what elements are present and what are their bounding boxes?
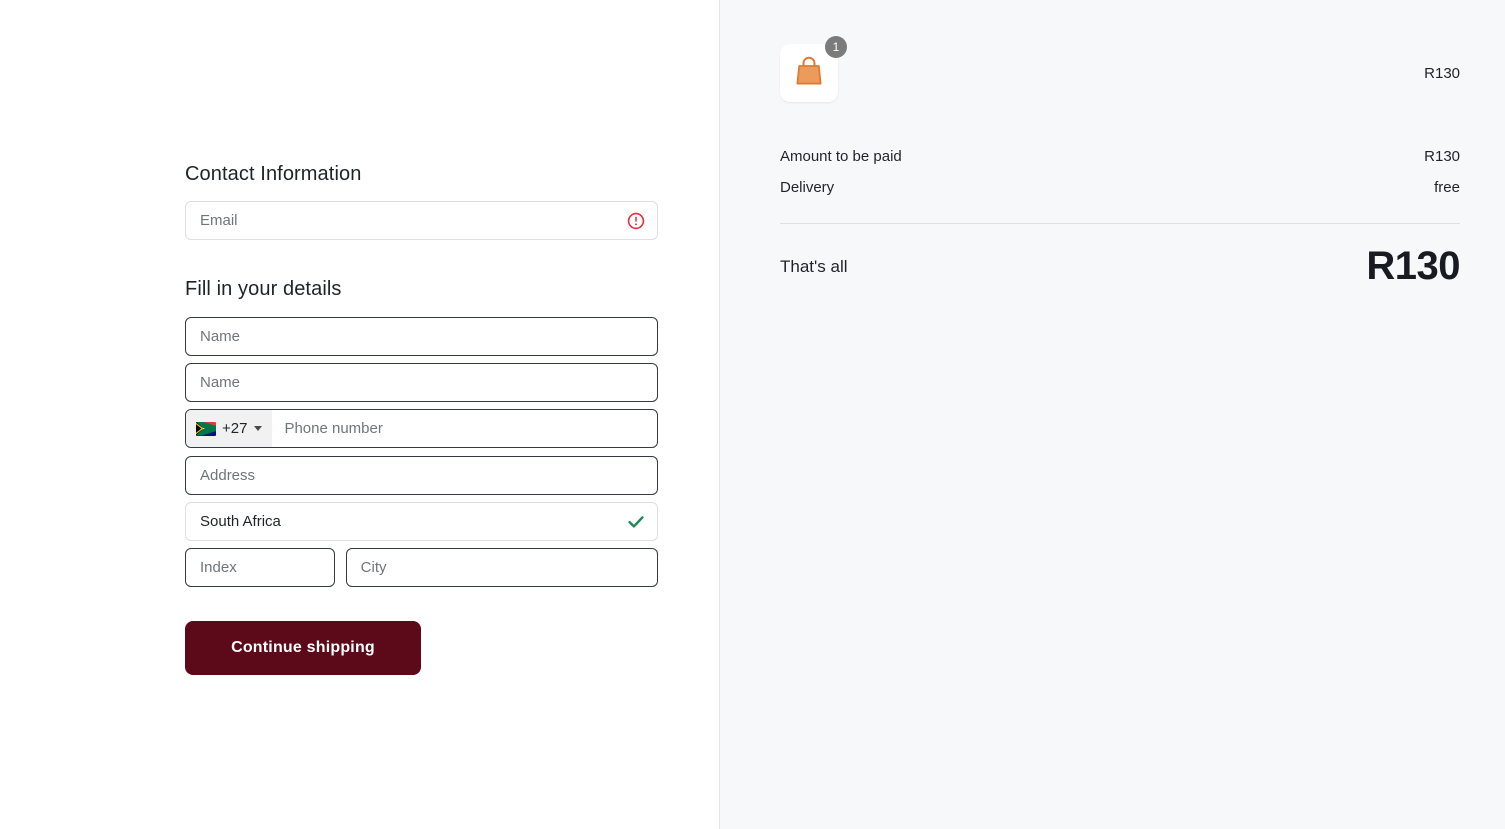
index-city-row	[185, 548, 658, 587]
email-field[interactable]	[185, 201, 658, 240]
last-name-input[interactable]	[186, 364, 657, 401]
first-name-input[interactable]	[186, 318, 657, 355]
summary-row-label: Amount to be paid	[780, 148, 902, 165]
dial-code-label: +27	[222, 420, 248, 437]
error-circle-icon	[627, 212, 645, 230]
summary-total-row: That's all R130	[780, 244, 1460, 289]
address-field[interactable]	[185, 456, 658, 495]
fill-details-heading: Fill in your details	[185, 278, 342, 300]
continue-shipping-button[interactable]: Continue shipping	[185, 621, 421, 675]
cart-line-price: R130	[1424, 64, 1460, 82]
chevron-down-icon	[254, 426, 263, 431]
country-value: South Africa	[200, 513, 281, 530]
country-dial-code-selector[interactable]: +27	[186, 410, 273, 447]
summary-total-label: That's all	[780, 256, 848, 276]
bag-row: 1 R130	[780, 36, 1460, 108]
order-summary-panel: 1 R130 Amount to be paid R130 Delivery f…	[720, 0, 1505, 829]
order-summary: 1 R130 Amount to be paid R130 Delivery f…	[780, 36, 1460, 289]
contact-information-heading: Contact Information	[185, 163, 362, 185]
phone-number-input[interactable]	[272, 419, 657, 437]
country-field[interactable]: South Africa	[185, 502, 658, 541]
check-icon	[627, 513, 645, 531]
city-field[interactable]	[345, 548, 658, 587]
summary-row-label: Delivery	[780, 179, 835, 196]
summary-total-value: R130	[1366, 244, 1460, 288]
cart-thumbnail[interactable]: 1	[780, 36, 847, 102]
checkout-form-panel: Contact Information Fill in your details	[0, 0, 720, 829]
summary-row-amount: Amount to be paid R130	[780, 148, 1460, 165]
last-name-field[interactable]	[185, 363, 658, 402]
index-field[interactable]	[185, 548, 335, 587]
city-input[interactable]	[346, 549, 657, 586]
index-input[interactable]	[186, 549, 334, 586]
address-input[interactable]	[186, 457, 657, 494]
south-africa-flag-icon	[196, 421, 216, 436]
cart-item-count-badge: 1	[825, 36, 847, 58]
first-name-field[interactable]	[185, 317, 658, 356]
phone-input-wrap	[272, 419, 657, 438]
shopping-bag-icon	[794, 55, 824, 92]
summary-row-value: R130	[1424, 148, 1460, 165]
checkout-page: Contact Information Fill in your details	[0, 0, 1505, 829]
email-input[interactable]	[186, 202, 657, 239]
summary-row-value: free	[1434, 179, 1460, 196]
summary-divider	[780, 223, 1460, 224]
checkout-form: Contact Information Fill in your details	[185, 163, 658, 675]
phone-field[interactable]: +27	[185, 409, 658, 448]
summary-row-delivery: Delivery free	[780, 179, 1460, 196]
